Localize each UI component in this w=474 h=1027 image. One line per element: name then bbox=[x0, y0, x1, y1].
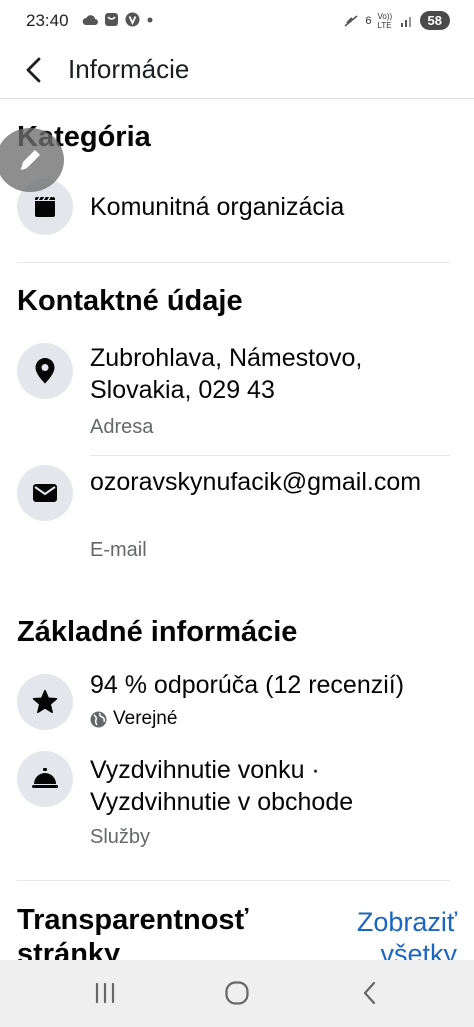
address-label: Adresa bbox=[90, 416, 154, 438]
services-label: Služby bbox=[90, 826, 151, 848]
rating-value[interactable]: 94 % odporúča (12 recenzií) bbox=[90, 669, 462, 701]
back-arrow-icon bbox=[26, 57, 41, 83]
mute-icon bbox=[344, 14, 358, 27]
visibility-label: Verejné bbox=[113, 708, 178, 729]
pencil-icon bbox=[20, 150, 40, 170]
cloud-icon bbox=[82, 14, 98, 25]
system-icons: 6 Vo)) LTE 58 bbox=[343, 11, 450, 30]
system-navigation-bar bbox=[0, 960, 474, 1027]
system-back-icon bbox=[363, 981, 376, 1005]
system-back-button[interactable] bbox=[350, 976, 390, 1010]
services-value[interactable]: Vyzdvihnutie vonku · Vyzdvihnutie v obch… bbox=[90, 754, 462, 818]
dot-icon bbox=[147, 17, 153, 22]
star-icon bbox=[32, 689, 58, 714]
divider bbox=[17, 880, 450, 881]
app-icon bbox=[105, 13, 118, 26]
service-bell-icon bbox=[32, 768, 58, 788]
signal-bars-icon bbox=[400, 17, 411, 27]
app-header: Informácie bbox=[0, 42, 474, 99]
email-value[interactable]: ozoravskynufacik@gmail.com bbox=[90, 466, 462, 498]
divider bbox=[90, 455, 450, 456]
email-icon-circle bbox=[17, 465, 73, 521]
signal-label: 6 bbox=[365, 14, 372, 27]
address-icon-circle bbox=[17, 343, 73, 399]
location-pin-icon bbox=[35, 358, 55, 384]
rating-icon-circle bbox=[17, 674, 73, 730]
envelope-icon bbox=[33, 484, 57, 502]
home-icon bbox=[225, 981, 249, 1005]
address-value[interactable]: Zubrohlava, Námestovo, Slovakia, 029 43 bbox=[90, 342, 462, 406]
contact-section-title: Kontaktné údaje bbox=[17, 285, 243, 317]
status-bar: 23:40 6 Vo)) LTE 58 bbox=[0, 0, 474, 42]
network-label: Vo)) LTE bbox=[377, 11, 393, 30]
divider bbox=[17, 262, 450, 263]
recent-apps-button[interactable] bbox=[85, 976, 125, 1010]
rating-visibility: Verejné bbox=[90, 708, 177, 730]
category-value[interactable]: Komunitná organizácia bbox=[90, 191, 462, 223]
battery-indicator: 58 bbox=[419, 11, 450, 30]
basic-info-section-title: Základné informácie bbox=[17, 616, 298, 648]
status-time: 23:40 bbox=[26, 11, 69, 30]
clapperboard-icon bbox=[35, 196, 55, 217]
back-button[interactable] bbox=[18, 54, 50, 86]
globe-icon bbox=[90, 711, 107, 727]
notification-icons bbox=[82, 12, 154, 27]
services-icon-circle bbox=[17, 751, 73, 807]
recent-apps-icon bbox=[95, 982, 115, 1004]
page-title: Informácie bbox=[68, 54, 190, 84]
v-badge-icon bbox=[125, 12, 140, 27]
home-button[interactable] bbox=[217, 976, 257, 1010]
email-label: E-mail bbox=[90, 539, 147, 561]
